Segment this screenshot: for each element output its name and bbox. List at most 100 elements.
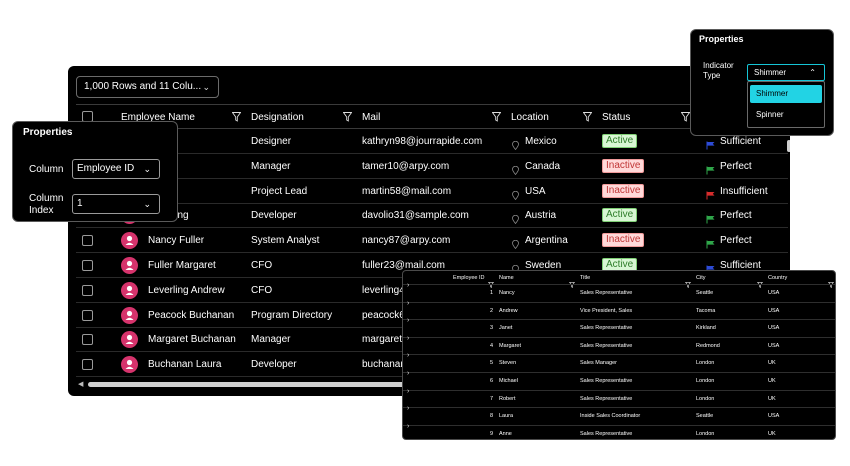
table-row[interactable]: › 3 Janet Sales Representative Kirkland USA: [403, 317, 835, 337]
city: Redmond: [696, 342, 720, 349]
country: USA: [768, 325, 780, 332]
option-spinner[interactable]: Spinner: [750, 106, 822, 124]
city: Tacoma: [696, 307, 716, 314]
row-checkbox[interactable]: [82, 359, 93, 371]
expand-icon[interactable]: ›: [407, 317, 409, 324]
expand-icon[interactable]: ›: [407, 335, 409, 342]
grid-header: Employee Name Designation Mail Location …: [76, 104, 788, 129]
employee-name: Buchanan Laura: [148, 359, 222, 371]
expand-icon[interactable]: ›: [407, 300, 409, 307]
employee-name: Margaret Buchanan: [148, 334, 236, 346]
filter-icon[interactable]: [828, 275, 834, 288]
row-checkbox[interactable]: [82, 334, 93, 346]
table-row[interactable]: Nancy Fuller System Analyst nancy87@arpy.c…: [76, 228, 788, 254]
filter-icon[interactable]: [757, 275, 763, 288]
scrollbar-thumb[interactable]: [787, 140, 790, 152]
row-checkbox[interactable]: [82, 260, 93, 271]
avatar: [121, 232, 138, 250]
table-row[interactable]: › 8 Laura Inside Sales Coordinator Seattle US…: [403, 405, 835, 425]
header-country[interactable]: Country: [768, 271, 787, 285]
filter-icon[interactable]: [492, 112, 501, 122]
table-row[interactable]: › 4 Margaret Sales Representative Redmond USA: [403, 335, 835, 355]
status-badge: Inactive: [602, 233, 645, 248]
header-city[interactable]: City: [696, 271, 705, 285]
trustworthiness: Perfect: [720, 160, 752, 172]
rows-columns-select[interactable]: 1,000 Rows and 11 Colu... ⌄: [76, 76, 219, 98]
table-row[interactable]: › 9 Anne Sales Representative London UK: [403, 423, 835, 439]
location: Austria: [525, 210, 557, 222]
header-title[interactable]: Title: [580, 271, 590, 285]
avatar: [121, 331, 138, 349]
table-row[interactable]: › 6 Michael Sales Representative London UK: [403, 370, 835, 390]
header-mail[interactable]: Mail: [362, 105, 380, 130]
column-index-label: Column Index: [29, 193, 64, 216]
trustworthiness: Perfect: [720, 235, 752, 247]
name: Michael: [499, 378, 518, 384]
mail: tamer10@arpy.com: [362, 160, 450, 172]
title: Sales Representative: [580, 342, 633, 349]
mail: davolio31@sample.com: [362, 210, 469, 222]
location-pin-icon: [512, 211, 519, 225]
header-employee-id[interactable]: Employee ID: [453, 271, 485, 285]
name: Anne: [499, 430, 512, 437]
table-row[interactable]: LeverlingDeveloperdavolio31@sample.comAu…: [76, 203, 788, 229]
table-row[interactable]: › 2 Andrew Vice President, Sales Tacoma USA: [403, 300, 835, 320]
filter-icon[interactable]: [343, 112, 352, 122]
location: Argentina: [525, 235, 568, 247]
avatar: [121, 356, 138, 374]
country: UK: [768, 430, 776, 437]
scroll-left-icon[interactable]: ◀: [78, 380, 83, 388]
table-row[interactable]: › 7 Robert Sales Representative London UK: [403, 388, 835, 408]
expand-icon[interactable]: ›: [407, 282, 409, 289]
table-row[interactable]: FullerDesignerkathryn98@jourrapide.comMe…: [76, 129, 788, 154]
indicator-type-select[interactable]: Shimmer ⌃: [747, 64, 825, 81]
trustworthiness: Insufficient: [720, 185, 768, 197]
location-pin-icon: [512, 236, 519, 250]
country: UK: [768, 395, 776, 402]
header-location[interactable]: Location: [511, 105, 549, 130]
row-checkbox[interactable]: [82, 235, 93, 247]
column-index-value: 1: [77, 198, 83, 209]
location: Canada: [525, 160, 561, 172]
title: Sales Representative: [580, 395, 633, 402]
row-checkbox[interactable]: [82, 309, 93, 321]
country: USA: [768, 413, 780, 420]
table-row[interactable]: › 5 Steven Sales Manager London UK: [403, 352, 835, 372]
designation: Manager: [251, 334, 291, 346]
table-row[interactable]: FullerManagertamer10@arpy.comCanadaInact…: [76, 154, 788, 179]
filter-icon[interactable]: [583, 112, 592, 122]
title: Inside Sales Coordinator: [580, 413, 641, 420]
designation: Developer: [251, 210, 297, 222]
filter-icon[interactable]: [681, 112, 690, 122]
filter-icon[interactable]: [232, 112, 241, 122]
filter-icon[interactable]: [685, 275, 691, 288]
column-select-value: Employee ID: [77, 163, 135, 174]
chevron-up-icon: ⌃: [809, 68, 816, 77]
header-name[interactable]: Name: [499, 271, 514, 285]
designation: Developer: [251, 359, 297, 371]
employee-name: Leverling Andrew: [148, 284, 225, 296]
country: USA: [768, 307, 780, 314]
column-index-select[interactable]: 1 ⌄: [72, 194, 160, 214]
table-row[interactable]: › 1 Nancy Sales Representative Seattle USA: [403, 282, 835, 302]
option-shimmer[interactable]: Shimmer: [750, 85, 822, 103]
status-badge: Active: [602, 208, 638, 223]
indicator-type-label: Indicator Type: [703, 61, 734, 80]
expand-icon[interactable]: ›: [407, 370, 409, 377]
status-badge: Inactive: [602, 158, 645, 173]
row-checkbox[interactable]: [82, 284, 93, 296]
header-designation[interactable]: Designation: [251, 105, 304, 130]
filter-icon[interactable]: [569, 275, 575, 288]
column-select[interactable]: Employee ID ⌄: [72, 159, 160, 179]
employee-id: 2: [489, 307, 493, 314]
expand-icon[interactable]: ›: [407, 352, 409, 359]
expand-icon[interactable]: ›: [407, 405, 409, 412]
designation: Manager: [251, 160, 291, 172]
table-row[interactable]: NancyProject Leadmartin58@mail.comUSAIna…: [76, 179, 788, 204]
title: Sales Representative: [580, 290, 633, 296]
header-status[interactable]: Status: [602, 105, 630, 130]
filter-icon[interactable]: [488, 275, 494, 288]
name: Andrew: [499, 307, 518, 314]
expand-icon[interactable]: ›: [407, 423, 409, 430]
expand-icon[interactable]: ›: [407, 388, 409, 395]
